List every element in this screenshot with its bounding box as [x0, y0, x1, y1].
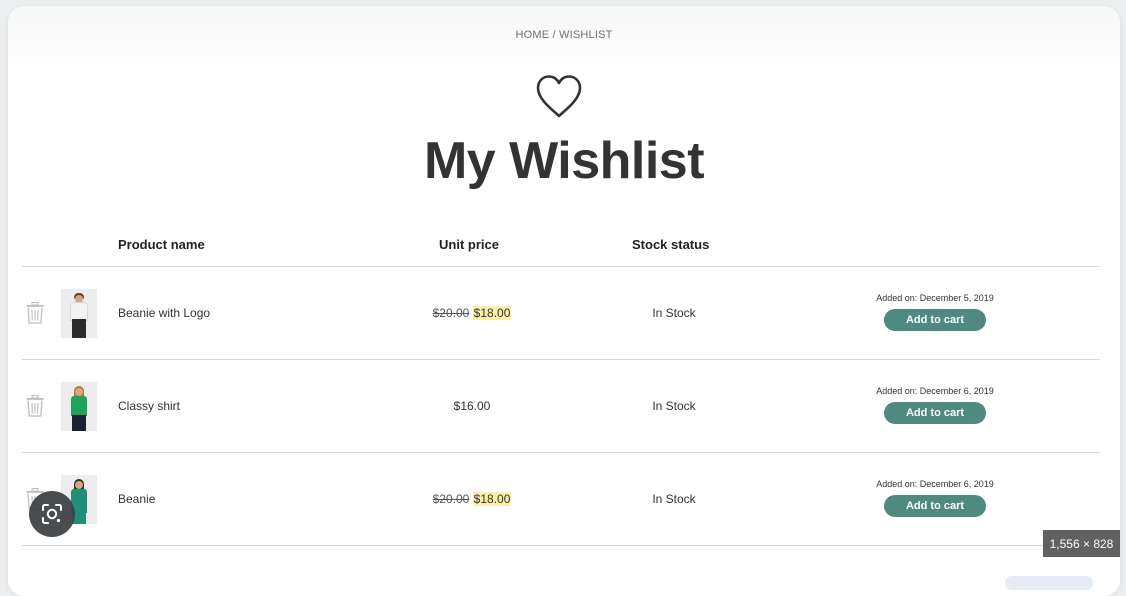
product-name-link[interactable]: Beanie	[118, 492, 155, 506]
product-thumbnail[interactable]	[61, 289, 97, 338]
stock-status: In Stock	[612, 399, 736, 413]
product-thumbnail[interactable]	[61, 382, 97, 431]
product-name-link[interactable]: Beanie with Logo	[118, 306, 210, 320]
page-title: My Wishlist	[8, 131, 1120, 191]
stock-status: In Stock	[612, 306, 736, 320]
column-header-unit-price: Unit price	[439, 237, 499, 252]
bottom-pill[interactable]	[1005, 576, 1093, 590]
unit-price: $16.00	[392, 399, 552, 413]
image-dimensions-badge: 1,556 × 828	[1043, 530, 1120, 557]
regular-price: $16.00	[454, 399, 491, 413]
table-row: Classy shirt $16.00 In Stock Added on: D…	[22, 360, 1100, 452]
sale-price: $18.00	[473, 306, 512, 320]
table-divider	[22, 545, 1100, 546]
trash-icon[interactable]	[26, 395, 44, 417]
table-row: Beanie $20.00 $18.00 In Stock Added on: …	[22, 453, 1100, 545]
add-to-cart-button[interactable]: Add to cart	[884, 309, 986, 331]
add-to-cart-button[interactable]: Add to cart	[884, 402, 986, 424]
unit-price: $20.00 $18.00	[392, 306, 552, 320]
added-date: Added on: December 6, 2019	[862, 479, 1008, 489]
product-name-link[interactable]: Classy shirt	[118, 399, 180, 413]
added-date: Added on: December 5, 2019	[862, 293, 1008, 303]
heart-icon	[534, 72, 584, 122]
column-header-product-name: Product name	[118, 237, 205, 252]
stock-status: In Stock	[612, 492, 736, 506]
unit-price: $20.00 $18.00	[392, 492, 552, 506]
added-date: Added on: December 6, 2019	[862, 386, 1008, 396]
column-header-stock-status: Stock status	[632, 237, 709, 252]
original-price: $20.00	[433, 306, 470, 320]
header-background	[8, 6, 1120, 76]
table-row: Beanie with Logo $20.00 $18.00 In Stock …	[22, 267, 1100, 359]
wishlist-page: HOME / WISHLIST My Wishlist Product name…	[8, 6, 1120, 596]
original-price: $20.00	[433, 492, 470, 506]
visual-search-button[interactable]	[29, 491, 75, 537]
trash-icon[interactable]	[26, 302, 44, 324]
visual-search-icon	[40, 502, 64, 526]
add-to-cart-button[interactable]: Add to cart	[884, 495, 986, 517]
breadcrumb[interactable]: HOME / WISHLIST	[8, 29, 1120, 41]
sale-price: $18.00	[473, 492, 512, 506]
